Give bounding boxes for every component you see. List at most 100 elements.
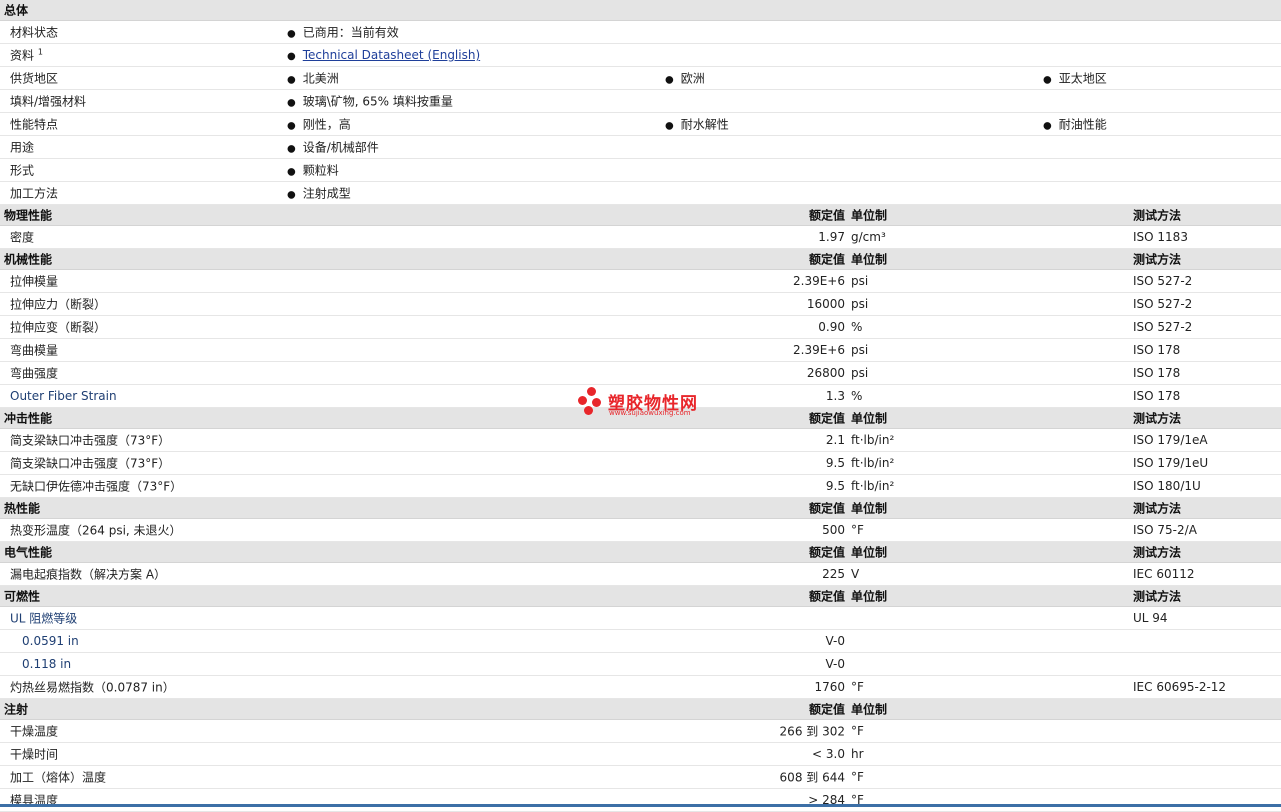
table-row: 干燥温度 266 到 302 °F	[0, 720, 1281, 743]
property-label: 无缺口伊佐德冲击强度（73°F）	[10, 479, 183, 494]
section-title: 热性能	[4, 501, 41, 516]
col-nominal: 额定值	[808, 702, 845, 717]
bullet-value: 耐水解性	[665, 116, 729, 133]
bullet-value: 亚太地区	[1043, 70, 1107, 87]
property-value: 26800	[806, 366, 845, 380]
table-row: UL 阻燃等级 UL 94	[0, 607, 1281, 630]
property-label: 拉伸模量	[10, 274, 59, 289]
bullet-value: 耐油性能	[1043, 116, 1107, 133]
section-title: 冲击性能	[4, 411, 53, 426]
row-label: 资料	[10, 48, 35, 63]
col-nominal: 额定值	[808, 501, 845, 516]
row-features: 性能特点 刚性，高 耐水解性 耐油性能	[0, 113, 1281, 136]
site-watermark: 塑胶物性网 www.sujiaowuxing.com	[578, 387, 718, 423]
table-row: 密度 1.97 g/cm³ ISO 1183	[0, 226, 1281, 249]
table-row: 0.118 in V-0	[0, 653, 1281, 676]
property-test: ISO 527-2	[1133, 274, 1193, 288]
property-unit: psi	[851, 297, 869, 311]
property-label: 弯曲强度	[10, 366, 59, 381]
property-label: 热变形温度（264 psi, 未退火）	[10, 523, 182, 538]
section-title: 可燃性	[4, 589, 41, 604]
row-filler: 填料/增强材料 玻璃\矿物, 65% 填料按重量	[0, 90, 1281, 113]
property-unit: °F	[851, 680, 864, 694]
table-row: 弯曲模量 2.39E+6 psi ISO 178	[0, 339, 1281, 362]
col-test: 测试方法	[1133, 208, 1182, 223]
property-label: 拉伸应力（断裂）	[10, 297, 107, 312]
property-value: V-0	[825, 634, 845, 648]
property-test: ISO 178	[1133, 343, 1181, 357]
col-test: 测试方法	[1133, 252, 1182, 267]
table-row: 拉伸应变（断裂） 0.90 % ISO 527-2	[0, 316, 1281, 339]
section-title: 物理性能	[4, 208, 53, 223]
property-value: 608 到 644	[779, 770, 845, 785]
property-value: < 3.0	[812, 747, 845, 761]
property-unit: V	[851, 567, 860, 581]
table-row: 加工（熔体）温度 608 到 644 °F	[0, 766, 1281, 789]
property-unit: ft·lb/in²	[851, 479, 895, 493]
watermark-url: www.sujiaowuxing.com	[609, 409, 691, 417]
bullet-value: 刚性，高	[287, 116, 351, 133]
section-header-general: 总体	[0, 0, 1281, 21]
property-test: ISO 75-2/A	[1133, 523, 1197, 537]
property-value: V-0	[825, 657, 845, 671]
property-value: 1.97	[818, 230, 845, 244]
property-label: 密度	[10, 230, 35, 245]
technical-datasheet-link[interactable]: Technical Datasheet (English)	[303, 48, 480, 62]
property-value: 9.5	[825, 479, 845, 493]
col-nominal: 额定值	[808, 252, 845, 267]
footnote-mark: 1	[37, 47, 43, 57]
row-documents: 资料 1 Technical Datasheet (English)	[0, 44, 1281, 67]
property-sublabel: 0.118 in	[22, 657, 72, 671]
bullet-value: 颗粒料	[287, 162, 339, 179]
property-test: UL 94	[1133, 611, 1168, 625]
col-unit: 单位制	[851, 545, 888, 560]
property-label: 干燥温度	[10, 724, 59, 739]
col-unit: 单位制	[851, 501, 888, 516]
property-unit: psi	[851, 274, 869, 288]
property-test: ISO 180/1U	[1133, 479, 1201, 493]
bullet-value: 欧洲	[665, 70, 705, 87]
property-test: IEC 60112	[1133, 567, 1195, 581]
property-test: ISO 527-2	[1133, 297, 1193, 311]
section-title: 总体	[4, 3, 29, 18]
property-value: 2.39E+6	[793, 343, 845, 357]
section-title: 注射	[4, 702, 29, 717]
property-label: 拉伸应变（断裂）	[10, 320, 107, 335]
property-unit: %	[851, 389, 863, 403]
property-value: 1.3	[825, 389, 845, 403]
property-value: 500	[822, 523, 845, 537]
property-label: UL 阻燃等级	[10, 611, 78, 626]
col-unit: 单位制	[851, 411, 888, 426]
table-row: 热变形温度（264 psi, 未退火） 500 °F ISO 75-2/A	[0, 519, 1281, 542]
row-label: 形式	[10, 163, 35, 178]
property-label: Outer Fiber Strain	[10, 389, 117, 403]
row-uses: 用途 设备/机械部件	[0, 136, 1281, 159]
section-title: 机械性能	[4, 252, 53, 267]
section-header-injection: 注射 额定值 单位制	[0, 699, 1281, 720]
table-row: 弯曲强度 26800 psi ISO 178	[0, 362, 1281, 385]
bullet-value: 注射成型	[287, 185, 351, 202]
property-label: 灼热丝易燃指数（0.0787 in）	[10, 680, 175, 695]
row-label: 填料/增强材料	[10, 94, 87, 109]
property-value: 2.39E+6	[793, 274, 845, 288]
row-label: 性能特点	[10, 117, 59, 132]
property-unit: °F	[851, 523, 864, 537]
row-regions: 供货地区 北美洲 欧洲 亚太地区	[0, 67, 1281, 90]
row-label: 加工方法	[10, 186, 59, 201]
property-test: IEC 60695-2-12	[1133, 680, 1227, 694]
property-unit: ft·lb/in²	[851, 433, 895, 447]
property-unit: psi	[851, 343, 869, 357]
section-header-electrical: 电气性能 额定值 单位制 测试方法	[0, 542, 1281, 563]
col-nominal: 额定值	[808, 411, 845, 426]
table-row: 漏电起痕指数（解决方案 A） 225 V IEC 60112	[0, 563, 1281, 586]
table-row: 简支梁缺口冲击强度（73°F） 2.1 ft·lb/in² ISO 179/1e…	[0, 429, 1281, 452]
property-unit: g/cm³	[851, 230, 886, 244]
property-unit: psi	[851, 366, 869, 380]
col-test: 测试方法	[1133, 411, 1182, 426]
section-header-mechanical: 机械性能 额定值 单位制 测试方法	[0, 249, 1281, 270]
col-test: 测试方法	[1133, 589, 1182, 604]
col-test: 测试方法	[1133, 501, 1182, 516]
table-row: 简支梁缺口冲击强度（73°F） 9.5 ft·lb/in² ISO 179/1e…	[0, 452, 1281, 475]
row-label: 供货地区	[10, 71, 59, 86]
col-unit: 单位制	[851, 208, 888, 223]
